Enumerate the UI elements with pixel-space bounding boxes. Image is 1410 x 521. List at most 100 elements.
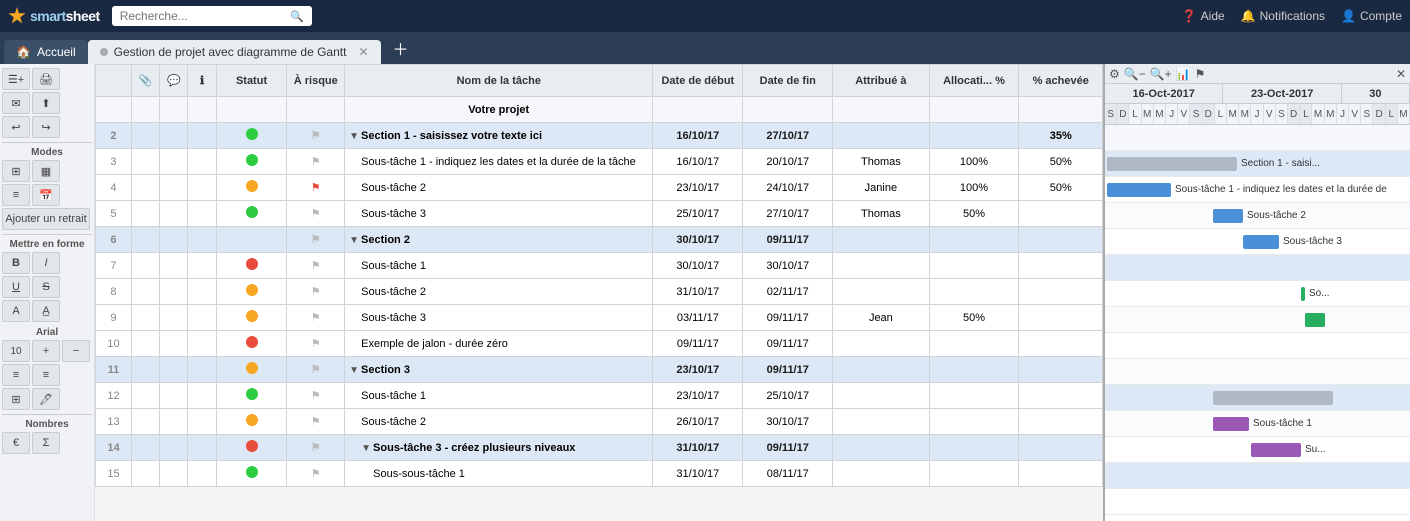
font-size-up[interactable]: + xyxy=(32,340,60,362)
status-cell xyxy=(216,279,287,305)
task-name-cell[interactable]: Sous-tâche 1 xyxy=(345,383,653,409)
sidebar-row-format3: A A̲ xyxy=(2,300,92,322)
table-button[interactable]: ⊞ xyxy=(2,388,30,410)
nav-left: smartsheet 🔍 xyxy=(8,6,312,26)
attach-cell xyxy=(131,305,159,331)
gantt-zoom-out-icon[interactable]: 🔍− xyxy=(1124,67,1146,81)
task-name-cell[interactable]: Votre projet xyxy=(345,97,653,123)
align-left-button[interactable]: ≡ xyxy=(2,364,30,386)
pct-cell xyxy=(1019,383,1103,409)
gantt-bar xyxy=(1213,417,1249,431)
gantt-flag-icon[interactable]: ⚑ xyxy=(1195,67,1206,81)
task-name-cell[interactable]: ▼Sous-tâche 3 - créez plusieurs niveaux xyxy=(345,435,653,461)
col-assigne[interactable]: Attribué à xyxy=(833,65,929,97)
print-button[interactable]: 🖨 xyxy=(32,68,60,90)
start-date-cell: 31/10/17 xyxy=(653,279,743,305)
gantt-close-icon[interactable]: ✕ xyxy=(1396,67,1406,81)
attach-cell xyxy=(131,383,159,409)
col-statut[interactable]: Statut xyxy=(216,65,287,97)
task-name-cell[interactable]: ▼Section 3 xyxy=(345,357,653,383)
risk-cell: ⚑ xyxy=(287,175,345,201)
collapse-button[interactable]: ▼ xyxy=(349,235,359,246)
task-name-cell[interactable]: ▼Section 1 - saisissez votre texte ici xyxy=(345,123,653,149)
tab-close-icon[interactable]: ✕ xyxy=(358,45,368,59)
task-name-cell[interactable]: Sous-tâche 1 - indiquez les dates et la … xyxy=(345,149,653,175)
assigned-cell xyxy=(833,123,929,149)
gantt-day-cell: M xyxy=(1154,104,1166,124)
comments-cell xyxy=(160,383,188,409)
email-button[interactable]: ✉ xyxy=(2,92,30,114)
calendar-mode-button[interactable]: 📅 xyxy=(32,184,60,206)
tab-add-button[interactable]: ＋ xyxy=(385,38,417,64)
gantt-bar xyxy=(1243,235,1279,249)
text-color-button[interactable]: A xyxy=(2,300,30,322)
notifications-button[interactable]: 🔔 Notifications xyxy=(1241,9,1325,23)
status-cell xyxy=(216,461,287,487)
collapse-button[interactable]: ▼ xyxy=(349,131,359,142)
task-name-cell[interactable]: Sous-sous-tâche 1 xyxy=(345,461,653,487)
align-right-button[interactable]: ≡ xyxy=(32,364,60,386)
col-debut[interactable]: Date de début xyxy=(653,65,743,97)
comments-cell xyxy=(160,331,188,357)
gantt-chart-icon[interactable]: 📊 xyxy=(1176,67,1191,81)
attach-cell xyxy=(131,331,159,357)
gantt-settings-icon[interactable]: ⚙ xyxy=(1109,67,1120,81)
flag-icon: ⚑ xyxy=(311,390,321,402)
col-fin[interactable]: Date de fin xyxy=(743,65,833,97)
alloc-cell xyxy=(929,227,1019,253)
share-button[interactable]: ⬆ xyxy=(32,92,60,114)
sheet-container: 📎 💬 ℹ Statut À risque Nom de la tâche Da… xyxy=(95,64,1410,521)
add-indent-button[interactable]: Ajouter un retrait xyxy=(2,208,90,230)
font-size-down[interactable]: − xyxy=(62,340,90,362)
comments-cell xyxy=(160,357,188,383)
card-mode-button[interactable]: ▦ xyxy=(32,160,60,182)
underline-button[interactable]: U xyxy=(2,276,30,298)
format-label: Mettre en forme xyxy=(2,234,92,252)
tab-sheet[interactable]: Gestion de projet avec diagramme de Gant… xyxy=(88,40,381,64)
sidebar: ☰+ 🖨 ✉ ⬆ ↩ ↪ Modes ⊞ ▦ ≡ 📅 Ajouter un re… xyxy=(0,64,95,521)
task-name-cell[interactable]: Sous-tâche 2 xyxy=(345,175,653,201)
currency-button[interactable]: € xyxy=(2,432,30,454)
end-date-cell: 02/11/17 xyxy=(743,279,833,305)
strikethrough-button[interactable]: S xyxy=(32,276,60,298)
collapse-button[interactable]: ▼ xyxy=(361,443,371,454)
table-row: 6 ⚑ ▼Section 2 30/10/17 09/11/17 xyxy=(96,227,1103,253)
gantt-zoom-in-icon[interactable]: 🔍+ xyxy=(1150,67,1172,81)
flag-icon: ⚑ xyxy=(311,442,321,454)
help-button[interactable]: ❓ Aide xyxy=(1182,9,1225,23)
task-name-cell[interactable]: Sous-tâche 3 xyxy=(345,305,653,331)
tab-home[interactable]: 🏠 Accueil xyxy=(4,40,88,64)
task-name-cell[interactable]: ▼Section 2 xyxy=(345,227,653,253)
italic-button[interactable]: I xyxy=(32,252,60,274)
col-risque[interactable]: À risque xyxy=(287,65,345,97)
new-row-button[interactable]: ☰+ xyxy=(2,68,30,90)
bold-button[interactable]: B xyxy=(2,252,30,274)
account-button[interactable]: 👤 Compte xyxy=(1341,9,1402,23)
attach-cell xyxy=(131,175,159,201)
redo-button[interactable]: ↪ xyxy=(32,116,60,138)
task-name-cell[interactable]: Exemple de jalon - durée zéro xyxy=(345,331,653,357)
column-headers: 📎 💬 ℹ Statut À risque Nom de la tâche Da… xyxy=(96,65,1103,97)
tab-bar: 🏠 Accueil Gestion de projet avec diagram… xyxy=(0,32,1410,64)
grid-mode-button[interactable]: ⊞ xyxy=(2,160,30,182)
col-info: ℹ xyxy=(188,65,216,97)
paint-button[interactable]: 🖊 xyxy=(32,388,60,410)
search-bar[interactable]: 🔍 xyxy=(112,6,312,26)
col-pct[interactable]: % achevée xyxy=(1019,65,1103,97)
task-name-cell[interactable]: Sous-tâche 2 xyxy=(345,279,653,305)
task-name-cell[interactable]: Sous-tâche 1 xyxy=(345,253,653,279)
gantt-mode-button[interactable]: ≡ xyxy=(2,184,30,206)
attach-cell xyxy=(131,409,159,435)
task-name-cell[interactable]: Sous-tâche 2 xyxy=(345,409,653,435)
collapse-button[interactable]: ▼ xyxy=(349,365,359,376)
task-name-cell[interactable]: Sous-tâche 3 xyxy=(345,201,653,227)
alloc-cell: 50% xyxy=(929,305,1019,331)
undo-button[interactable]: ↩ xyxy=(2,116,30,138)
bg-color-button[interactable]: A̲ xyxy=(32,300,60,322)
info-cell xyxy=(188,97,216,123)
gantt-row: Sous-tâche 1 xyxy=(1105,411,1410,437)
search-input[interactable] xyxy=(120,9,286,23)
col-alloc[interactable]: Allocati... % xyxy=(929,65,1019,97)
sum-button[interactable]: Σ xyxy=(32,432,60,454)
col-tache[interactable]: Nom de la tâche xyxy=(345,65,653,97)
